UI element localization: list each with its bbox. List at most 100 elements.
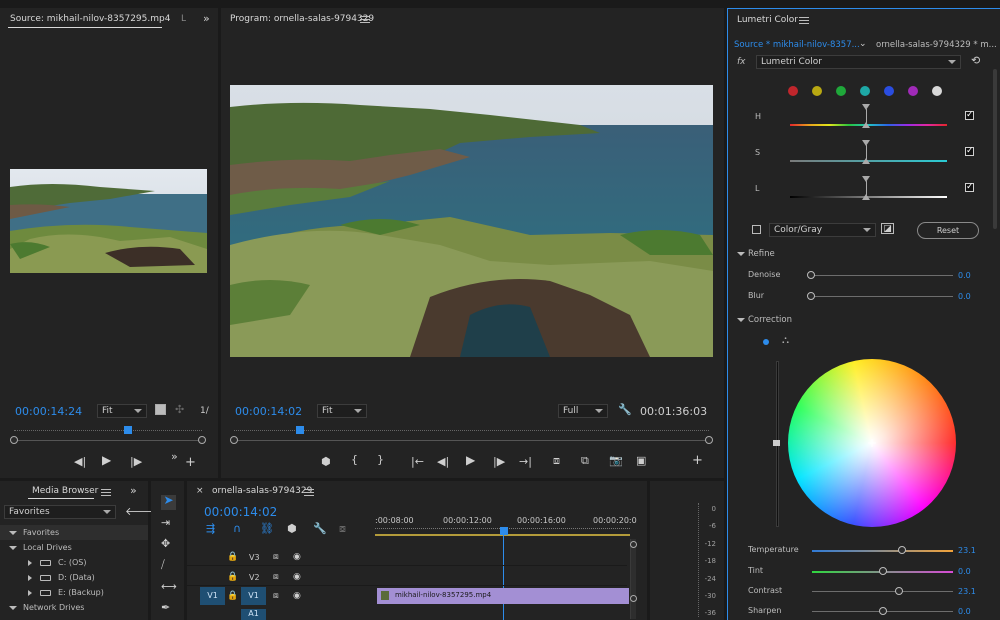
swatch-green[interactable] xyxy=(836,86,846,96)
source-resolution-select[interactable]: 1/ xyxy=(200,406,209,416)
program-scrub-bar[interactable] xyxy=(230,426,713,444)
favorites-select[interactable]: Favorites xyxy=(4,505,116,519)
local-drives-collapse-icon[interactable] xyxy=(9,546,17,550)
program-in-handle[interactable] xyxy=(230,436,238,444)
video-clip[interactable]: mikhail-nilov-8357295.mp4 xyxy=(377,588,629,604)
add-button-icon[interactable]: + xyxy=(692,454,703,467)
program-monitor-tab[interactable]: Program: ornella-salas-9794329 xyxy=(230,14,374,24)
wrench-icon[interactable]: 🔧 xyxy=(618,404,632,415)
go-to-in-icon[interactable]: |← xyxy=(411,456,424,467)
local-drives-label[interactable]: Local Drives xyxy=(23,543,72,552)
track-label[interactable]: V2 xyxy=(249,573,260,582)
step-back-icon[interactable]: ◀| xyxy=(437,456,449,467)
sync-lock-icon[interactable]: ⧈ xyxy=(273,572,279,583)
timeline-timecode[interactable]: 00:00:14:02 xyxy=(204,505,277,519)
play-icon[interactable]: ▶ xyxy=(466,454,475,466)
nest-sequence-icon[interactable]: ⇶ xyxy=(206,523,215,534)
timeline-scrollbar[interactable] xyxy=(630,539,637,619)
timeline-menu-icon[interactable] xyxy=(304,489,314,497)
extract-icon[interactable]: ⧉ xyxy=(581,455,589,466)
tint-slider-knob[interactable] xyxy=(878,567,887,575)
mark-out-icon[interactable]: } xyxy=(377,454,384,465)
drive-d-expand-icon[interactable] xyxy=(28,575,32,581)
contrast-slider-track[interactable] xyxy=(812,591,953,592)
source-scrub-bar[interactable] xyxy=(10,426,206,444)
step-forward-icon[interactable]: |▶ xyxy=(130,456,142,467)
contrast-slider-knob[interactable] xyxy=(895,587,904,595)
lock-icon[interactable]: 🔒 xyxy=(227,591,238,602)
lumetri-scrollbar[interactable] xyxy=(993,69,997,229)
source-in-handle[interactable] xyxy=(10,436,18,444)
play-icon[interactable]: ▶ xyxy=(102,454,111,466)
color-wheel[interactable]: + xyxy=(788,359,956,527)
color-wheel-center-crosshair[interactable]: + xyxy=(867,437,877,449)
source-out-handle[interactable] xyxy=(198,436,206,444)
source-extra-tab[interactable]: L xyxy=(181,14,186,24)
lock-icon[interactable]: 🔒 xyxy=(227,572,238,583)
network-drives-collapse-icon[interactable] xyxy=(9,606,17,610)
tint-value[interactable]: 0.0 xyxy=(958,567,971,576)
luma-slider-handle[interactable] xyxy=(773,440,780,446)
saturation-checkbox[interactable] xyxy=(965,146,974,156)
luminance-checkbox[interactable] xyxy=(965,182,974,192)
program-out-handle[interactable] xyxy=(705,436,713,444)
pen-tool-icon[interactable]: ✒ xyxy=(161,602,170,613)
captions-icon[interactable]: ⧇ xyxy=(339,523,346,534)
color-gray-toggle-icon[interactable]: ◪ xyxy=(881,223,894,234)
lift-icon[interactable]: ⧈ xyxy=(553,455,560,466)
denoise-slider-track[interactable] xyxy=(812,275,953,276)
saturation-handle[interactable] xyxy=(862,140,871,164)
drive-c-label[interactable]: C: (OS) xyxy=(58,558,86,567)
add-marker-icon[interactable]: ⬢ xyxy=(321,456,331,467)
refine-collapse-icon[interactable] xyxy=(737,252,745,256)
sync-lock-icon[interactable]: ⧈ xyxy=(273,591,279,602)
swatch-red[interactable] xyxy=(788,86,798,96)
track-label[interactable]: V3 xyxy=(249,553,260,562)
timeline-settings-icon[interactable]: 🔧 xyxy=(313,523,327,534)
linked-selection-icon[interactable]: ⛓ xyxy=(260,523,274,534)
source-timecode[interactable]: 00:00:14:24 xyxy=(15,405,82,418)
program-timecode[interactable]: 00:00:14:02 xyxy=(235,405,302,418)
swatch-magenta[interactable] xyxy=(908,86,918,96)
step-forward-icon[interactable]: |▶ xyxy=(493,456,505,467)
panel-overflow-icon[interactable]: » xyxy=(203,13,210,24)
temperature-slider-track[interactable] xyxy=(812,550,953,552)
program-playhead[interactable] xyxy=(296,426,304,434)
add-button-icon[interactable]: + xyxy=(185,456,196,469)
blur-value[interactable]: 0.0 xyxy=(958,292,971,301)
timeline-playhead-head[interactable] xyxy=(500,527,508,535)
razor-tool-icon[interactable]: ⧸ xyxy=(161,559,165,570)
lumetri-menu-icon[interactable] xyxy=(799,17,809,25)
denoise-value[interactable]: 0.0 xyxy=(958,271,971,280)
blur-slider-track[interactable] xyxy=(812,296,953,297)
color-gray-select[interactable]: Color/Gray xyxy=(769,223,876,237)
program-menu-icon[interactable] xyxy=(360,16,370,24)
track-select-tool-icon[interactable]: ⇥ xyxy=(161,517,170,528)
more-controls-icon[interactable]: » xyxy=(171,451,178,462)
source-zoom-select[interactable]: Fit xyxy=(97,404,147,418)
go-to-out-icon[interactable]: →| xyxy=(519,456,532,467)
reset-effect-icon[interactable]: ⟲ xyxy=(971,55,980,66)
swatch-white[interactable] xyxy=(932,86,942,96)
media-browser-tab[interactable]: Media Browser xyxy=(32,486,98,496)
swatch-yellow[interactable] xyxy=(812,86,822,96)
camera-icon[interactable]: 📷 xyxy=(609,455,623,466)
correction-section-title[interactable]: Correction xyxy=(748,315,792,325)
swatch-cyan[interactable] xyxy=(860,86,870,96)
chevron-down-icon[interactable]: ⌄ xyxy=(859,39,867,50)
contrast-value[interactable]: 23.1 xyxy=(958,587,976,596)
settings-square-icon[interactable] xyxy=(155,404,166,415)
blur-slider-knob[interactable] xyxy=(807,292,815,300)
sync-lock-icon[interactable]: ⧈ xyxy=(273,552,279,563)
program-zoom-select[interactable]: Fit xyxy=(317,404,367,418)
luminance-handle[interactable] xyxy=(862,176,871,200)
ripple-edit-tool-icon[interactable]: ✥ xyxy=(161,538,170,549)
correction-collapse-icon[interactable] xyxy=(737,318,745,322)
lock-icon[interactable]: 🔒 xyxy=(227,552,238,563)
sharpen-slider-knob[interactable] xyxy=(878,607,887,615)
step-back-icon[interactable]: ◀| xyxy=(74,456,86,467)
lumetri-sequence-tab[interactable]: ornella-salas-9794329 * m... xyxy=(876,40,997,50)
sharpen-value[interactable]: 0.0 xyxy=(958,607,971,616)
eye-icon[interactable]: ◉ xyxy=(293,591,301,602)
swatch-blue[interactable] xyxy=(884,86,894,96)
